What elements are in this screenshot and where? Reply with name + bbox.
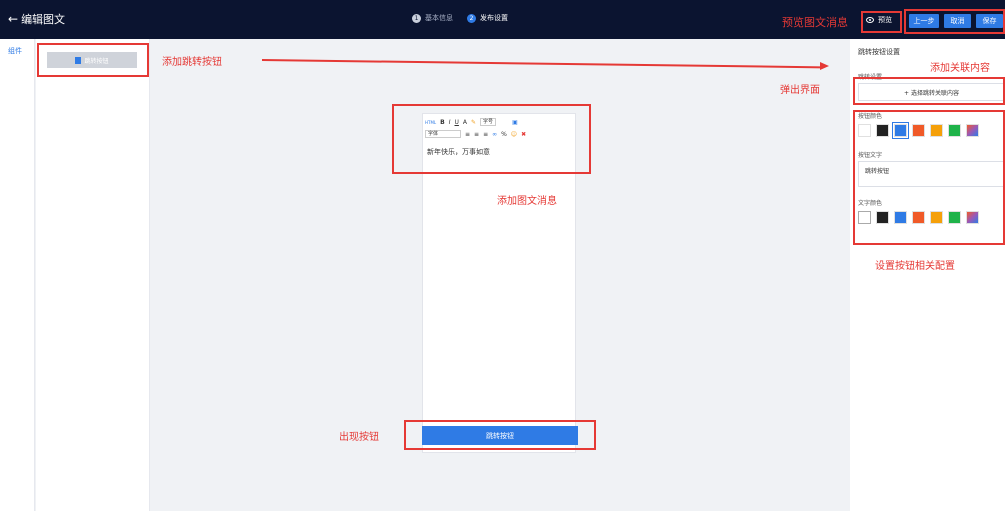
annotation-box-select <box>853 77 1005 105</box>
component-panel: 跳转按钮 <box>36 39 150 511</box>
annotation-box-button <box>404 420 596 450</box>
annotation-popup-interface: 弹出界面 <box>780 85 820 96</box>
annotation-box-component <box>37 43 149 77</box>
annotation-button-appears: 出现按钮 <box>339 432 379 443</box>
annotation-preview-msg: 预览图文消息 <box>782 16 848 29</box>
annotation-arrow-head <box>820 62 829 70</box>
annotation-add-jump-button: 添加跳转按钮 <box>162 57 222 68</box>
annotation-box-preview <box>861 11 902 33</box>
step-number: 2 <box>467 13 476 23</box>
page-title: 编辑图文 <box>21 13 66 26</box>
left-tab-column: 组件 <box>0 39 35 511</box>
annotation-set-button-config: 设置按钮相关配置 <box>875 261 955 272</box>
top-bar: ← 编辑图文 1 基本信息 2 发布设置 预览图文消息 预览 上一步 取消 保存 <box>0 0 1005 39</box>
step-label: 基本信息 <box>425 14 453 22</box>
annotation-add-article-msg: 添加图文消息 <box>497 196 557 207</box>
step-basic-info[interactable]: 1 基本信息 <box>412 13 453 23</box>
step-label: 发布设置 <box>480 14 508 22</box>
tab-components[interactable]: 组件 <box>8 46 22 56</box>
back-arrow-icon: ← <box>8 12 19 26</box>
back-link[interactable]: ← 编辑图文 <box>8 11 65 27</box>
settings-title: 跳转按钮设置 <box>858 48 900 56</box>
annotation-box-actions <box>904 9 1005 34</box>
step-publish-settings[interactable]: 2 发布设置 <box>467 13 508 23</box>
annotation-box-editor <box>392 104 591 174</box>
annotation-arrow <box>261 59 822 69</box>
annotation-box-config <box>853 110 1005 245</box>
annotation-add-related-content: 添加关联内容 <box>930 63 990 74</box>
step-number: 1 <box>412 13 421 23</box>
step-indicator: 1 基本信息 2 发布设置 <box>412 13 522 23</box>
